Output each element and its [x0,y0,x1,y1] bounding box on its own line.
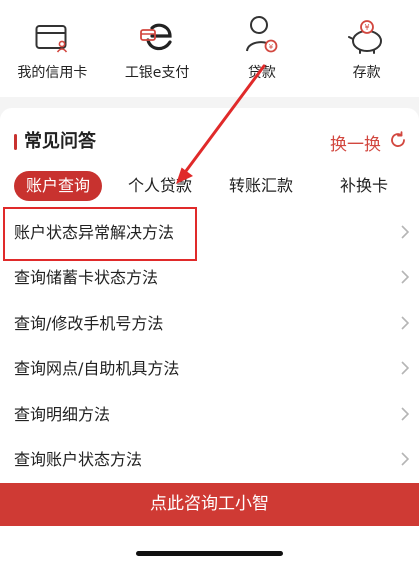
refresh-icon [389,131,407,153]
faq-item-label: 查询明细方法 [14,404,111,424]
faq-item-branch-atm[interactable]: 查询网点/自助机具方法 [0,345,419,391]
loan-person-icon: ¥ [245,0,279,58]
faq-item-account-status[interactable]: 查询账户状态方法 [0,436,419,482]
svg-text:¥: ¥ [364,23,369,32]
quick-action-label: 贷款 [247,65,276,81]
quick-action-label: 存款 [352,65,381,81]
faq-title: 常见问答 [24,131,96,152]
home-indicator[interactable] [136,551,283,556]
faq-item-label: 查询储蓄卡状态方法 [14,268,159,288]
chevron-right-icon [401,224,410,243]
tab-personal-loan[interactable]: 个人贷款 [128,171,192,201]
quick-actions-bar: 我的信用卡 工银e支付 ¥ 贷款 ¥ 存款 [0,0,419,97]
chevron-right-icon [401,360,410,379]
bottom-safe-area [0,526,419,568]
chevron-right-icon [401,406,410,425]
tab-transfer[interactable]: 转账汇款 [229,171,293,201]
tab-account-query[interactable]: 账户查询 [14,171,103,201]
faq-item-label: 查询网点/自助机具方法 [14,359,180,379]
faq-item-label: 账户状态异常解决方法 [14,222,175,242]
faq-item-phone-number[interactable]: 查询/修改手机号方法 [0,299,419,345]
faq-item-label: 查询账户状态方法 [14,450,143,470]
faq-item-debit-card-status[interactable]: 查询储蓄卡状态方法 [0,254,419,300]
tab-card-replacement[interactable]: 补换卡 [340,171,388,201]
quick-action-label: 我的信用卡 [17,65,88,81]
chevron-right-icon [401,269,410,288]
faq-item-abnormal-account[interactable]: 账户状态异常解决方法 [0,208,419,254]
svg-text:¥: ¥ [269,43,274,51]
faq-item-label: 查询/修改手机号方法 [14,313,164,333]
title-accent-bar [14,134,17,150]
quick-action-label: 工银e支付 [124,65,190,81]
chevron-right-icon [401,315,410,334]
quick-action-loan[interactable]: ¥ 贷款 [210,0,315,97]
quick-action-deposit[interactable]: ¥ 存款 [314,0,419,97]
faq-item-transaction-details[interactable]: 查询明细方法 [0,390,419,436]
consult-assistant-button[interactable]: 点此咨询工小智 [0,483,419,526]
quick-action-e-pay[interactable]: 工银e支付 [105,0,210,97]
refresh-button[interactable]: 换一换 [330,128,407,156]
faq-list: 账户状态异常解决方法 查询储蓄卡状态方法 查询/修改手机号方法 查询网点/自助机… [0,208,419,481]
refresh-label: 换一换 [330,134,381,155]
e-pay-icon [138,0,176,58]
quick-action-credit-card[interactable]: 我的信用卡 [0,0,105,97]
faq-section: 常见问答 换一换 账户查询 个人贷款 转账汇款 补换卡 账户状态异常解决方法 查… [0,108,419,483]
faq-tabs: 账户查询 个人贷款 转账汇款 补换卡 [0,171,419,201]
faq-header: 常见问答 换一换 [0,128,419,156]
chevron-right-icon [401,451,410,470]
piggy-bank-icon: ¥ [347,0,386,58]
credit-card-icon [35,0,69,58]
